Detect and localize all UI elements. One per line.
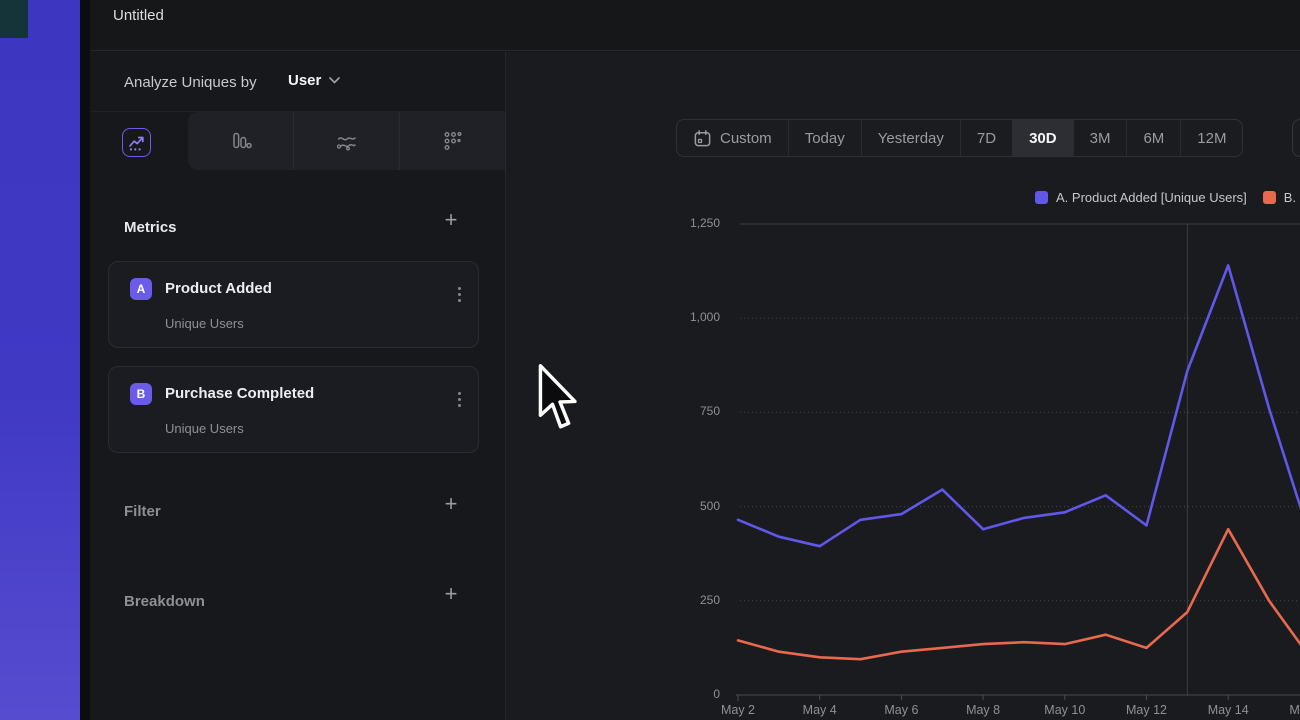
- chart-plot[interactable]: [736, 222, 1300, 720]
- y-axis-tick-label: 0: [647, 687, 720, 701]
- view-tab-strip: [188, 112, 505, 170]
- range-button-yesterday[interactable]: Yesterday: [862, 120, 961, 156]
- add-filter-button[interactable]: +: [440, 493, 462, 515]
- bar-chart-icon: [229, 129, 253, 153]
- mouse-cursor: [537, 363, 583, 433]
- metric-card-a[interactable]: A Product Added Unique Users: [108, 261, 479, 348]
- kebab-menu-icon[interactable]: [458, 392, 462, 407]
- range-label: 3M: [1090, 130, 1111, 147]
- app-screenshot: { "window": { "title": "Untitled" }, "si…: [0, 0, 1300, 720]
- background-gap: [80, 0, 90, 720]
- report-title[interactable]: Untitled: [113, 7, 164, 24]
- y-axis-tick-label: 250: [647, 593, 720, 607]
- legend-swatch: [1035, 191, 1048, 204]
- y-axis-tick-label: 500: [647, 499, 720, 513]
- range-button-7d[interactable]: 7D: [961, 120, 1013, 156]
- range-label: 12M: [1197, 130, 1226, 147]
- tab-funnels[interactable]: [188, 112, 294, 170]
- metric-badge-b: B: [130, 383, 152, 405]
- legend-item[interactable]: A. Product Added [Unique Users]: [1035, 190, 1247, 205]
- add-metric-button[interactable]: +: [440, 209, 462, 231]
- range-label: Custom: [720, 130, 772, 147]
- metrics-header: Metrics: [124, 219, 177, 236]
- metric-subtitle[interactable]: Unique Users: [165, 421, 244, 436]
- app-window: Untitled Analyze Uniques by User: [90, 0, 1300, 720]
- legend-label: B. Purchase Completed [Unique Users]: [1284, 190, 1300, 205]
- flows-icon: [334, 129, 359, 154]
- decorative-corner-block: [0, 0, 28, 38]
- range-button-today[interactable]: Today: [789, 120, 862, 156]
- range-label: 30D: [1029, 130, 1057, 147]
- range-label: Yesterday: [878, 130, 944, 147]
- chart-panel: Custom Today Yesterday 7D 30D 3M 6M 12M Compare…: [505, 52, 1300, 720]
- line-chart-icon: [126, 132, 147, 153]
- y-axis-tick-label: 1,000: [647, 310, 720, 324]
- metric-title: Product Added: [165, 280, 272, 297]
- metric-subtitle[interactable]: Unique Users: [165, 316, 244, 331]
- range-button-6m[interactable]: 6M: [1127, 120, 1181, 156]
- series-line[interactable]: [738, 529, 1300, 659]
- legend-item[interactable]: B. Purchase Completed [Unique Users]: [1263, 190, 1300, 205]
- y-axis-tick-label: 1,250: [647, 216, 720, 230]
- metric-badge-a: A: [130, 278, 152, 300]
- series-line[interactable]: [738, 265, 1300, 546]
- range-label: 7D: [977, 130, 996, 147]
- add-breakdown-button[interactable]: +: [440, 583, 462, 605]
- date-range-toolbar: Custom Today Yesterday 7D 30D 3M 6M 12M: [676, 119, 1243, 157]
- metric-title: Purchase Completed: [165, 385, 314, 402]
- retention-grid-icon: [441, 129, 465, 153]
- chevron-down-icon: [329, 77, 340, 84]
- analyze-uniques-label: Analyze Uniques by: [124, 74, 257, 91]
- metric-card-b[interactable]: B Purchase Completed Unique Users: [108, 366, 479, 453]
- chart-legend: A. Product Added [Unique Users] B. Purcha…: [1035, 190, 1300, 205]
- analyze-by-value[interactable]: User: [288, 72, 321, 89]
- range-button-30d[interactable]: 30D: [1013, 120, 1074, 156]
- legend-swatch: [1263, 191, 1276, 204]
- tab-flows[interactable]: [294, 112, 400, 170]
- breakdown-header: Breakdown: [124, 593, 205, 610]
- kebab-menu-icon[interactable]: [458, 287, 462, 302]
- tab-retention[interactable]: [400, 112, 505, 170]
- analyze-by-dropdown[interactable]: User: [288, 72, 340, 89]
- y-axis-tick-label: 750: [647, 404, 720, 418]
- range-label: 6M: [1143, 130, 1164, 147]
- analyze-row: Analyze Uniques by User: [90, 52, 505, 112]
- range-button-3m[interactable]: 3M: [1074, 120, 1128, 156]
- query-sidebar: Analyze Uniques by User: [90, 52, 505, 720]
- decorative-accent-strip: [0, 0, 80, 720]
- range-button-12m[interactable]: 12M: [1181, 120, 1242, 156]
- legend-label: A. Product Added [Unique Users]: [1056, 190, 1247, 205]
- compare-button[interactable]: Compare: [1292, 119, 1300, 157]
- range-label: Today: [805, 130, 845, 147]
- filter-header: Filter: [124, 503, 161, 520]
- y-axis-labels: 0 250 500 750 1,000 1,250: [647, 0, 720, 720]
- tab-insights-line-chart[interactable]: [122, 128, 151, 157]
